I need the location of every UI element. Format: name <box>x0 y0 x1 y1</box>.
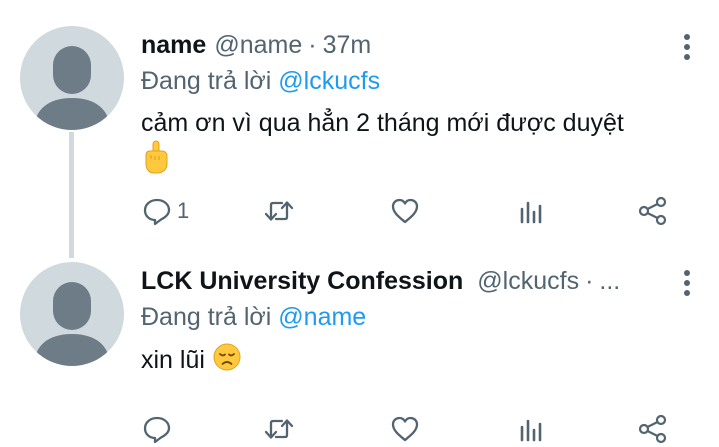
more-options-icon[interactable] <box>673 268 701 298</box>
replying-to-label: Đang trả lời <box>141 67 272 95</box>
reply-count: 1 <box>177 198 190 223</box>
tweet-actions: 1 <box>141 191 701 231</box>
replying-to: Đang trả lời @lckucfs <box>141 64 701 98</box>
analytics-button[interactable] <box>515 409 547 447</box>
user-handle[interactable]: @name <box>214 31 302 60</box>
share-button[interactable] <box>637 409 669 447</box>
timestamp[interactable]: 37m <box>323 31 372 60</box>
reply-button[interactable]: 1 <box>141 191 189 231</box>
share-icon <box>638 196 667 226</box>
tweet-actions <box>141 409 701 447</box>
tweet-header: name @name · 37m <box>141 28 701 62</box>
share-button[interactable] <box>637 191 669 231</box>
analytics-button[interactable] <box>515 191 547 231</box>
avatar[interactable] <box>20 262 124 366</box>
tweet-text-content: xin lũi <box>141 346 205 375</box>
like-button[interactable] <box>389 191 421 231</box>
separator-dot: · <box>308 30 317 59</box>
avatar[interactable] <box>20 26 124 130</box>
replying-to-label: Đang trả lời <box>141 303 272 331</box>
mention-link[interactable]: @lckucfs <box>278 67 380 95</box>
tweet-text-content: cảm ơn vì qua hẳn 2 tháng mới được duyệt <box>141 109 624 137</box>
heart-icon <box>391 416 419 442</box>
reply-icon <box>143 416 171 444</box>
tweet-text: xin lũi <box>141 342 701 381</box>
mention-link[interactable]: @name <box>278 303 366 331</box>
heart-icon <box>391 198 419 224</box>
more-options-icon[interactable] <box>673 32 701 62</box>
retweet-icon <box>264 419 294 439</box>
user-handle[interactable]: @lckucfs <box>477 267 579 296</box>
middle-finger-emoji-icon <box>141 140 171 183</box>
default-avatar-icon <box>34 46 110 130</box>
separator-dot: · <box>585 266 594 295</box>
retweet-button[interactable] <box>263 191 295 231</box>
display-name[interactable]: LCK University Confession <box>141 267 463 296</box>
analytics-bar-icon <box>520 419 542 442</box>
tweet-content: LCK University Confession @lckucfs · ...… <box>141 264 701 444</box>
tweet[interactable]: LCK University Confession @lckucfs · ...… <box>0 250 719 447</box>
display-name[interactable]: name <box>141 31 206 60</box>
replying-to: Đang trả lời @name <box>141 300 701 334</box>
thread-connector-line <box>69 132 74 258</box>
analytics-bar-icon <box>520 201 542 224</box>
tweet[interactable]: name @name · 37m Đang trả lời @lckucfs c… <box>0 0 719 258</box>
retweet-icon <box>264 201 294 221</box>
default-avatar-icon <box>34 282 110 366</box>
truncation-ellipsis: ... <box>599 266 621 295</box>
tweet-content: name @name · 37m Đang trả lời @lckucfs c… <box>141 28 701 226</box>
reply-button[interactable] <box>141 409 173 447</box>
reply-icon <box>143 198 171 226</box>
disappointed-face-emoji-icon <box>212 342 242 381</box>
tweet-header: LCK University Confession @lckucfs · ... <box>141 264 701 298</box>
retweet-button[interactable] <box>263 409 295 447</box>
share-icon <box>638 414 667 444</box>
tweet-text: cảm ơn vì qua hẳn 2 tháng mới được duyệt <box>141 106 701 183</box>
like-button[interactable] <box>389 409 421 447</box>
